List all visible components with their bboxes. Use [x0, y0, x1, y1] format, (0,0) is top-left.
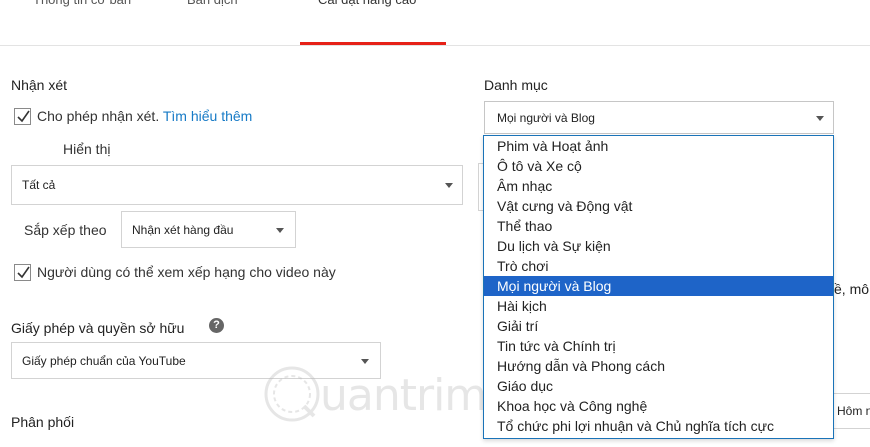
distribution-title: Phân phối: [11, 414, 75, 430]
category-dropdown-list: Phim và Hoạt ảnh Ô tô và Xe cộ Âm nhạc V…: [483, 135, 834, 439]
tab-bar: Thông tin cơ bản Bản dịch Cài đặt nâng c…: [0, 0, 870, 46]
category-option[interactable]: Giáo dục: [484, 376, 833, 396]
sort-label: Sắp xếp theo: [24, 222, 107, 238]
category-option[interactable]: Vật cưng và Động vật: [484, 196, 833, 216]
license-select-value: Giấy phép chuẩn của YouTube: [22, 353, 186, 368]
caret-down-icon: [816, 116, 824, 121]
category-select-value: Mọi người và Blog: [497, 110, 595, 125]
active-tab-indicator: [300, 42, 446, 45]
category-option[interactable]: Du lịch và Sự kiện: [484, 236, 833, 256]
category-option[interactable]: Tổ chức phi lợi nhuận và Chủ nghĩa tích …: [484, 416, 833, 436]
tab-advanced-settings[interactable]: Cài đặt nâng cao: [318, 0, 416, 14]
category-option[interactable]: Hướng dẫn và Phong cách: [484, 356, 833, 376]
category-title: Danh mục: [484, 77, 548, 93]
checkmark-icon: [17, 266, 30, 279]
allow-comments-text: Cho phép nhận xét.: [37, 108, 160, 124]
category-option-selected[interactable]: Mọi người và Blog: [484, 276, 833, 296]
category-option[interactable]: Trò chơi: [484, 256, 833, 276]
category-option[interactable]: Phim và Hoạt ảnh: [484, 136, 833, 156]
show-ratings-label: Người dùng có thể xem xếp hạng cho video…: [37, 264, 336, 280]
display-select-value: Tất cả: [22, 178, 56, 192]
category-option[interactable]: Âm nhạc: [484, 176, 833, 196]
tab-translations[interactable]: Bản dịch: [187, 0, 238, 14]
show-ratings-checkbox[interactable]: [14, 264, 31, 281]
display-select[interactable]: Tất cả: [11, 165, 463, 205]
caret-down-icon: [276, 228, 284, 233]
learn-more-link[interactable]: Tìm hiểu thêm: [163, 108, 252, 124]
category-option[interactable]: Hài kịch: [484, 296, 833, 316]
partial-date-button[interactable]: Hôm n: [829, 393, 870, 429]
sort-select[interactable]: Nhận xét hàng đầu: [121, 211, 296, 248]
category-select[interactable]: Mọi người và Blog: [484, 101, 834, 134]
license-title: Giấy phép và quyền sở hữu: [11, 320, 185, 336]
partial-description-text: ề, mô: [834, 281, 870, 297]
help-circle-icon[interactable]: ?: [209, 318, 224, 333]
display-label: Hiển thị: [63, 141, 111, 157]
caret-down-icon: [445, 183, 453, 188]
allow-comments-label: Cho phép nhận xét. Tìm hiểu thêm: [37, 108, 252, 124]
allow-comments-checkbox[interactable]: [14, 108, 31, 125]
category-option[interactable]: Tin tức và Chính trị: [484, 336, 833, 356]
tab-basic-info[interactable]: Thông tin cơ bản: [33, 0, 131, 14]
category-option[interactable]: Ô tô và Xe cộ: [484, 156, 833, 176]
comments-title: Nhận xét: [11, 77, 68, 93]
watermark-logo-icon: [264, 366, 320, 422]
category-option[interactable]: Thể thao: [484, 216, 833, 236]
category-option[interactable]: Khoa học và Công nghệ: [484, 396, 833, 416]
checkmark-icon: [17, 110, 30, 123]
partial-date-label: Hôm n: [837, 404, 870, 418]
sort-select-value: Nhận xét hàng đầu: [132, 222, 234, 237]
category-option[interactable]: Giải trí: [484, 316, 833, 336]
